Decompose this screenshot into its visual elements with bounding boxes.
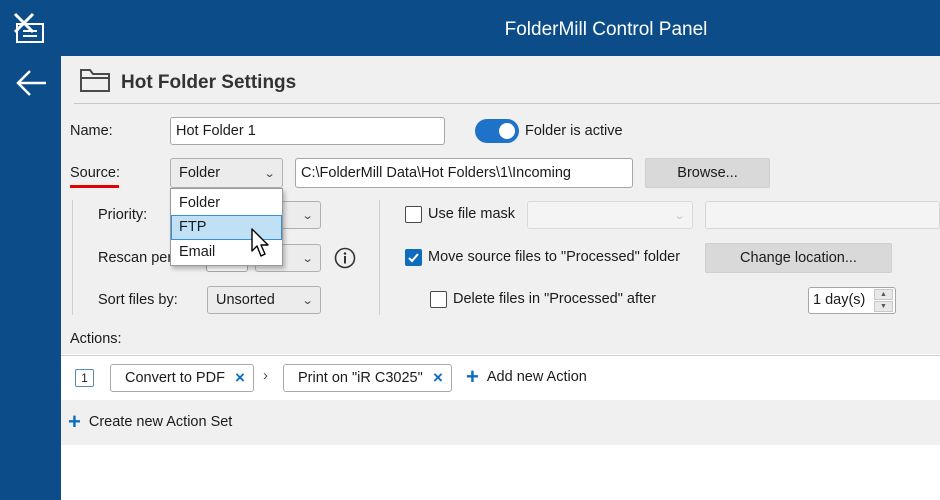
name-field[interactable]: Hot Folder 1	[170, 117, 445, 145]
move-processed-checkbox[interactable]	[405, 249, 422, 266]
create-action-set-button[interactable]: + Create new Action Set	[68, 409, 233, 434]
action-chip-label: Convert to PDF	[125, 370, 225, 386]
group-divider-middle	[379, 200, 380, 315]
group-divider-left	[72, 200, 73, 315]
rescan-label: Rescan per	[98, 250, 173, 266]
back-arrow-icon[interactable]	[14, 66, 50, 100]
delete-processed-label: Delete files in "Processed" after	[453, 291, 656, 307]
action-chip-print[interactable]: Print on "iR C3025" ×	[283, 364, 452, 392]
change-location-button[interactable]: Change location...	[705, 243, 892, 273]
folder-active-label: Folder is active	[525, 123, 623, 139]
source-underline	[70, 185, 119, 188]
page-title: Hot Folder Settings	[121, 72, 297, 93]
add-action-button[interactable]: + Add new Action	[466, 364, 587, 389]
left-rail	[0, 56, 61, 500]
use-file-mask-checkbox[interactable]	[405, 206, 422, 223]
actions-label: Actions:	[70, 331, 122, 347]
plus-icon: +	[68, 409, 81, 434]
chevron-right-icon: ›	[263, 367, 268, 384]
action-set-number: 1	[75, 369, 94, 387]
sort-select[interactable]: Unsorted ⌄	[207, 286, 321, 314]
mouse-pointer-icon	[251, 228, 269, 257]
chevron-down-icon: ⌄	[301, 209, 314, 222]
source-select[interactable]: Folder ⌄	[170, 158, 283, 188]
source-select-value: Folder	[179, 165, 221, 181]
chevron-down-icon: ⌄	[263, 167, 276, 180]
source-option-folder[interactable]: Folder	[171, 191, 282, 216]
source-label: Source:	[70, 165, 120, 181]
file-mask-field[interactable]	[705, 201, 940, 229]
name-label: Name:	[70, 123, 113, 139]
toggle-knob	[499, 123, 515, 139]
chevron-down-icon: ⌄	[673, 209, 686, 222]
chevron-down-icon: ⌄	[301, 294, 314, 307]
header-divider	[74, 103, 940, 104]
folder-active-toggle[interactable]	[475, 119, 519, 143]
checkmark-icon	[408, 253, 419, 263]
action-chip-convert[interactable]: Convert to PDF ×	[110, 364, 254, 392]
add-action-label: Add new Action	[486, 369, 587, 385]
delete-after-value: 1 day(s)	[813, 292, 866, 308]
priority-label: Priority:	[98, 207, 148, 223]
browse-button[interactable]: Browse...	[645, 158, 770, 188]
content-area	[61, 445, 940, 500]
folder-icon	[80, 69, 110, 92]
close-icon[interactable]: ×	[233, 369, 247, 386]
sort-label: Sort files by:	[98, 292, 178, 308]
delete-after-stepper[interactable]: 1 day(s) ▲ ▼	[808, 287, 896, 314]
sort-select-value: Unsorted	[216, 292, 275, 308]
use-file-mask-label: Use file mask	[428, 206, 516, 222]
spin-down-icon[interactable]: ▼	[874, 301, 893, 312]
title-bar: FolderMill Control Panel	[0, 0, 940, 56]
action-chip-label: Print on "iR C3025"	[298, 370, 423, 386]
move-processed-label: Move source files to "Processed" folder	[428, 249, 681, 265]
delete-processed-checkbox[interactable]	[430, 291, 447, 308]
source-path-field[interactable]: C:\FolderMill Data\Hot Folders\1\Incomin…	[295, 158, 633, 188]
spin-up-icon[interactable]: ▲	[874, 289, 893, 300]
create-action-set-label: Create new Action Set	[88, 414, 233, 430]
file-mask-select[interactable]: ⌄	[527, 201, 693, 229]
chevron-down-icon: ⌄	[301, 252, 314, 265]
plus-icon: +	[466, 364, 479, 389]
info-icon[interactable]	[334, 247, 356, 269]
window-title: FolderMill Control Panel	[504, 19, 708, 40]
close-icon[interactable]: ×	[431, 369, 445, 386]
